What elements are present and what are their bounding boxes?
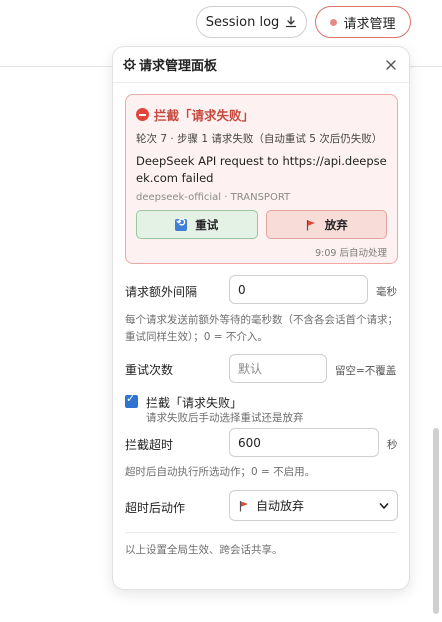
retry-icon bbox=[175, 216, 188, 231]
extra-interval-help: 每个请求发送前额外等待的毫秒数（不含各会话首个请求；重试同样生效）；0 = 不介… bbox=[125, 314, 398, 343]
retry-count-hint: 留空=不覆盖 bbox=[335, 365, 397, 377]
alert-source: deepseek-official · TRANSPORT bbox=[136, 192, 291, 203]
flag-icon bbox=[239, 500, 248, 511]
panel-footer-note: 以上设置全局生效、跨会话共享。 bbox=[125, 544, 283, 556]
retry-count-input[interactable] bbox=[229, 354, 327, 383]
extra-interval-label: 请求额外间隔 bbox=[125, 285, 198, 299]
panel-header: 请求管理面板 bbox=[113, 47, 409, 83]
request-management-label: 请求管理 bbox=[343, 16, 396, 32]
intercept-timeout-input[interactable] bbox=[229, 428, 379, 457]
timeout-action-label: 超时后动作 bbox=[125, 501, 186, 515]
alert-message: DeepSeek API request to https://api.deep… bbox=[136, 154, 387, 185]
retry-button[interactable]: 重试 bbox=[136, 210, 258, 239]
download-icon bbox=[286, 16, 297, 28]
gear-icon bbox=[123, 58, 136, 71]
alert-detail: 轮次 7 · 步骤 1 请求失败（自动重试 5 次后仍失败） bbox=[136, 133, 383, 145]
retry-count-label: 重试次数 bbox=[125, 363, 174, 377]
give-up-label: 放弃 bbox=[324, 217, 348, 232]
alert-actions: 重试 放弃 bbox=[136, 210, 387, 239]
flag-icon bbox=[306, 219, 315, 230]
alert-title-row: 拦截「请求失败」 bbox=[136, 105, 387, 124]
timeout-action-select[interactable]: 自动放弃 bbox=[229, 490, 398, 521]
panel-title: 请求管理面板 bbox=[139, 59, 218, 74]
stop-icon bbox=[136, 108, 149, 121]
intercept-timeout-unit: 秒 bbox=[387, 439, 398, 451]
request-failed-alert: 拦截「请求失败」 轮次 7 · 步骤 1 请求失败（自动重试 5 次后仍失败） … bbox=[125, 94, 398, 264]
alert-countdown: 9:09 后自动处理 bbox=[315, 248, 387, 259]
give-up-button[interactable]: 放弃 bbox=[265, 210, 387, 239]
session-log-label: Session log bbox=[205, 14, 280, 30]
intercept-label: 拦截「请求失败」 bbox=[146, 396, 243, 410]
request-management-panel: 请求管理面板 拦截「请求失败」 轮次 7 · 步骤 1 请求失败（自动重试 5 … bbox=[112, 46, 410, 590]
retry-label: 重试 bbox=[195, 217, 219, 232]
intercept-checkbox[interactable] bbox=[125, 392, 138, 408]
session-log-button[interactable]: Session log bbox=[196, 6, 307, 38]
chevron-down-icon bbox=[379, 502, 389, 509]
intercept-timeout-help: 超时后自动执行所选动作；0 = 不启用。 bbox=[125, 466, 316, 478]
status-dot-icon bbox=[330, 18, 338, 26]
extra-interval-input[interactable] bbox=[229, 275, 368, 304]
app-page: Session log 请求管理 请求管理面板 拦截「请求失败」 轮次 7 · … bbox=[0, 0, 442, 622]
intercept-help: 请求失败后手动选择重试还是放弃 bbox=[146, 412, 304, 424]
request-management-button[interactable]: 请求管理 bbox=[315, 6, 411, 38]
panel-divider bbox=[125, 532, 397, 533]
alert-title: 拦截「请求失败」 bbox=[154, 108, 255, 123]
timeout-action-value: 自动放弃 bbox=[256, 499, 305, 513]
extra-interval-unit: 毫秒 bbox=[376, 286, 397, 298]
close-icon[interactable] bbox=[383, 57, 399, 73]
page-scrollbar[interactable] bbox=[433, 428, 439, 614]
intercept-timeout-label: 拦截超时 bbox=[125, 438, 174, 452]
